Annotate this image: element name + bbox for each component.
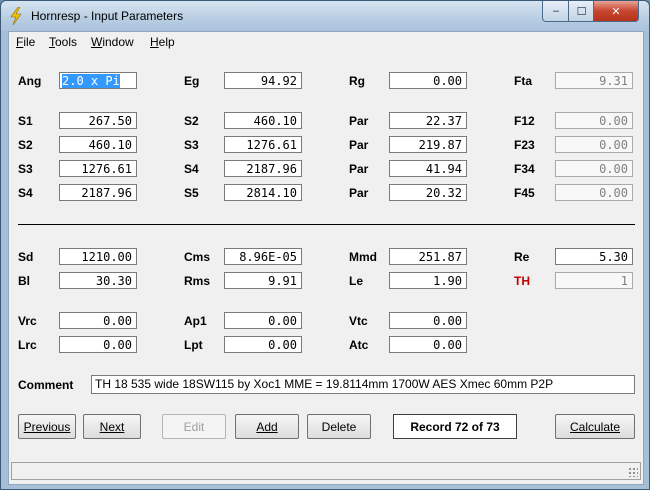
vrc-field[interactable]: 0.00 <box>59 312 137 329</box>
s3-row-field[interactable]: 1276.61 <box>59 160 137 177</box>
cms-field[interactable]: 8.96E-05 <box>224 248 302 265</box>
sd-field[interactable]: 1210.00 <box>59 248 137 265</box>
minimize-button[interactable]: ‒ <box>542 1 570 22</box>
delete-button[interactable]: Delete <box>307 414 371 439</box>
title-bar[interactable]: Hornresp - Input Parameters ‒ ☐ ✕ <box>1 1 649 31</box>
cms-label: Cms <box>184 250 211 264</box>
fta-label: Fta <box>514 74 532 88</box>
close-button[interactable]: ✕ <box>593 1 639 22</box>
s4-row-label: S4 <box>18 186 33 200</box>
lpt-label: Lpt <box>184 338 203 352</box>
par4-field[interactable]: 20.32 <box>389 184 467 201</box>
calculate-button[interactable]: Calculate <box>555 414 635 439</box>
lrc-field[interactable]: 0.00 <box>59 336 137 353</box>
bl-field[interactable]: 30.30 <box>59 272 137 289</box>
ap1-label: Ap1 <box>184 314 207 328</box>
s5-label: S5 <box>184 186 199 200</box>
fta-field: 9.31 <box>555 72 633 89</box>
f45-field: 0.00 <box>555 184 633 201</box>
status-bar <box>11 462 641 480</box>
minimize-icon: ‒ <box>552 5 560 17</box>
maximize-icon: ☐ <box>576 5 587 18</box>
f12-field: 0.00 <box>555 112 633 129</box>
f34-label: F34 <box>514 162 535 176</box>
atc-field[interactable]: 0.00 <box>389 336 467 353</box>
eg-field[interactable]: 94.92 <box>224 72 302 89</box>
bl-label: Bl <box>18 274 30 288</box>
record-indicator: Record 72 of 73 <box>393 414 517 439</box>
par1-label: Par <box>349 114 369 128</box>
s4-label: S4 <box>184 162 199 176</box>
menu-tools[interactable]: Tools <box>49 35 77 49</box>
lightning-app-icon <box>10 7 22 25</box>
ang-field[interactable]: 2.0 x Pi <box>59 72 137 89</box>
rms-label: Rms <box>184 274 211 288</box>
s5-field[interactable]: 2814.10 <box>224 184 302 201</box>
vrc-label: Vrc <box>18 314 37 328</box>
mmd-label: Mmd <box>349 250 377 264</box>
par2-label: Par <box>349 138 369 152</box>
rg-field[interactable]: 0.00 <box>389 72 467 89</box>
close-icon: ✕ <box>611 5 621 18</box>
s2-field[interactable]: 460.10 <box>224 112 302 129</box>
client-area: File Tools Window Help Ang 2.0 x Pi Eg 9… <box>8 31 644 485</box>
s3-row-label: S3 <box>18 162 33 176</box>
lpt-field[interactable]: 0.00 <box>224 336 302 353</box>
th-field: 1 <box>555 272 633 289</box>
atc-label: Atc <box>349 338 369 352</box>
vtc-label: Vtc <box>349 314 368 328</box>
menu-window[interactable]: Window <box>91 35 134 49</box>
menu-file[interactable]: File <box>16 35 35 49</box>
next-button[interactable]: Next <box>83 414 141 439</box>
s1-field[interactable]: 267.50 <box>59 112 137 129</box>
vtc-field[interactable]: 0.00 <box>389 312 467 329</box>
menu-bar: File Tools Window Help <box>9 32 643 52</box>
rms-field[interactable]: 9.91 <box>224 272 302 289</box>
window-title: Hornresp - Input Parameters <box>31 9 184 23</box>
comment-field[interactable]: TH 18 535 wide 18SW115 by Xoc1 MME = 19.… <box>91 375 635 394</box>
ap1-field[interactable]: 0.00 <box>224 312 302 329</box>
f23-field: 0.00 <box>555 136 633 153</box>
f12-label: F12 <box>514 114 535 128</box>
resize-grip-icon[interactable] <box>628 467 638 477</box>
s4-field[interactable]: 2187.96 <box>224 160 302 177</box>
f23-label: F23 <box>514 138 535 152</box>
ang-label: Ang <box>18 74 42 88</box>
par3-label: Par <box>349 162 369 176</box>
par4-label: Par <box>349 186 369 200</box>
maximize-button[interactable]: ☐ <box>568 1 595 22</box>
re-label: Re <box>514 250 530 264</box>
sd-label: Sd <box>18 250 34 264</box>
previous-button[interactable]: Previous <box>18 414 76 439</box>
par3-field[interactable]: 41.94 <box>389 160 467 177</box>
s2-row-field[interactable]: 460.10 <box>59 136 137 153</box>
comment-label: Comment <box>18 378 74 392</box>
rg-label: Rg <box>349 74 365 88</box>
par1-field[interactable]: 22.37 <box>389 112 467 129</box>
eg-label: Eg <box>184 74 200 88</box>
menu-help[interactable]: Help <box>150 35 175 49</box>
f45-label: F45 <box>514 186 535 200</box>
f34-field: 0.00 <box>555 160 633 177</box>
lrc-label: Lrc <box>18 338 37 352</box>
th-label: TH <box>514 274 530 288</box>
edit-button: Edit <box>162 414 226 439</box>
s3-label: S3 <box>184 138 199 152</box>
s2-row-label: S2 <box>18 138 33 152</box>
main-window: Hornresp - Input Parameters ‒ ☐ ✕ File T… <box>0 0 650 490</box>
s3-field[interactable]: 1276.61 <box>224 136 302 153</box>
par2-field[interactable]: 219.87 <box>389 136 467 153</box>
s1-label: S1 <box>18 114 33 128</box>
add-button[interactable]: Add <box>235 414 299 439</box>
le-label: Le <box>349 274 364 288</box>
mmd-field[interactable]: 251.87 <box>389 248 467 265</box>
s4-row-field[interactable]: 2187.96 <box>59 184 137 201</box>
le-field[interactable]: 1.90 <box>389 272 467 289</box>
re-field[interactable]: 5.30 <box>555 248 633 265</box>
section-divider <box>18 224 635 225</box>
s2-label: S2 <box>184 114 199 128</box>
